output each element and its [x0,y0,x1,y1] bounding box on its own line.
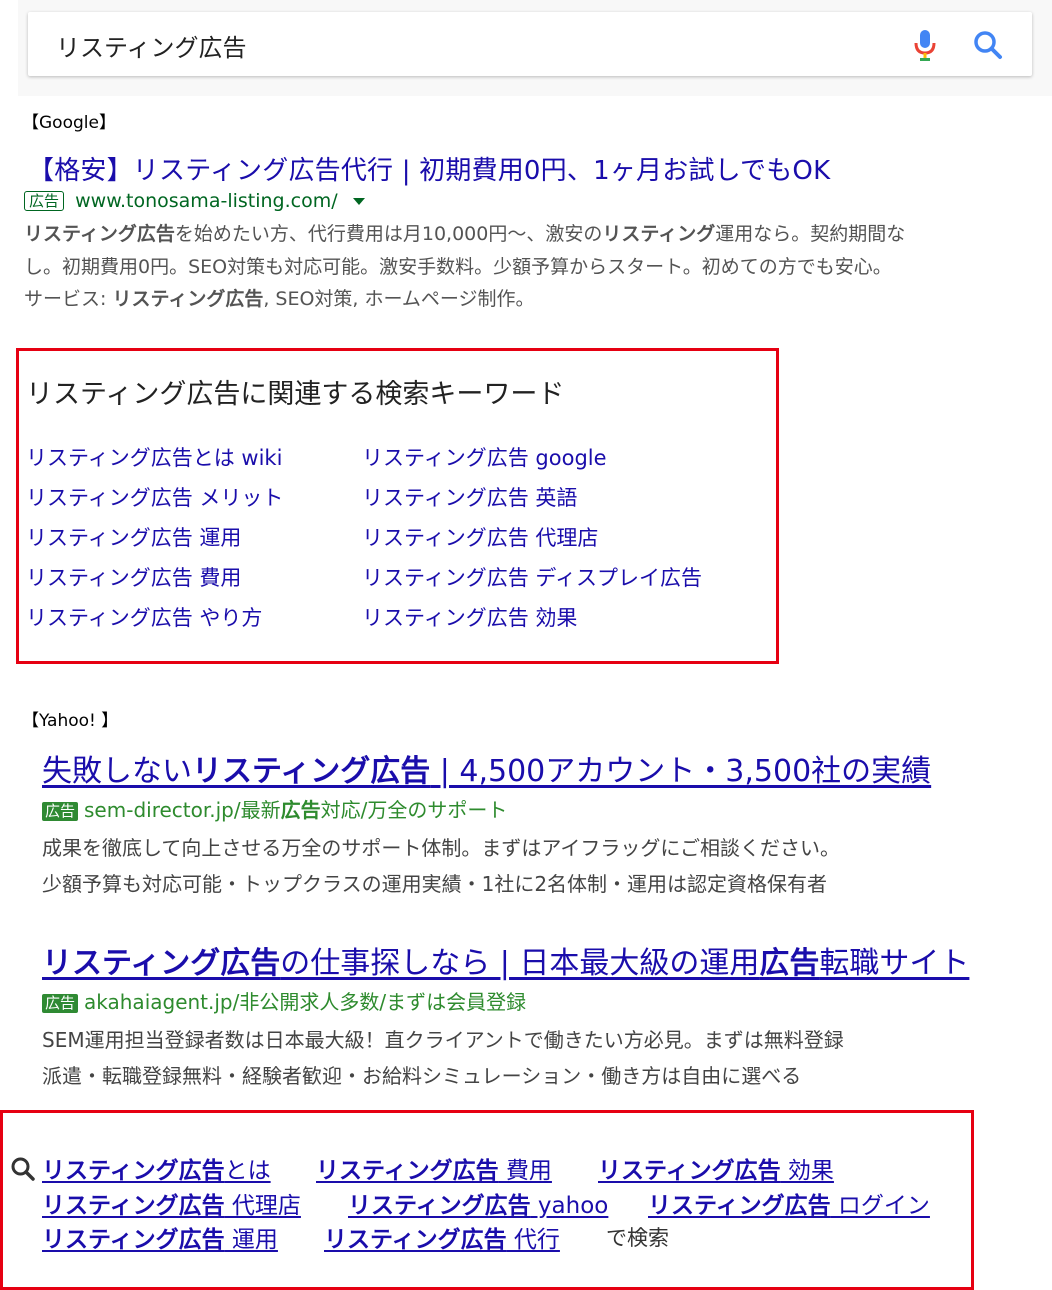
yahoo-ad-url: akahaiagent.jp/非公開求人多数/まずは会員登録 [84,990,527,1014]
related-search-link[interactable]: リスティング広告 yahoo [348,1186,608,1220]
title-text: 転職サイト [819,946,970,981]
related-keyword-link[interactable]: リスティング広告 google [362,442,607,472]
related-search-link[interactable]: リスティング広告 代理店 [42,1186,301,1220]
ad-badge: 広告 [42,802,79,821]
yahoo-ad-url: sem-director.jp/最新 [84,798,281,822]
related-bold: リスティング広告 [42,1193,225,1219]
yahoo-ad-url-row: 広告 akahaiagent.jp/非公開求人多数/まずは会員登録 [42,986,526,1015]
related-keyword-link[interactable]: リスティング広告 ディスプレイ広告 [362,562,702,592]
yahoo-ad-description-line: 派遣・転職登録無料・経験者歓迎・お給料シミュレーション・働き方は自由に選べる [42,1064,802,1088]
related-search-link[interactable]: リスティング広告とは [42,1151,271,1185]
related-suffix: ログイン [830,1193,930,1219]
related-suffix: 運用 [224,1227,278,1253]
related-search-link[interactable]: リスティング広告 費用 [316,1151,552,1185]
title-text: 失敗しない [42,754,192,789]
desc-bold: リスティング [602,223,716,245]
yahoo-section-label: 【Yahoo! 】 [22,711,119,731]
related-keyword-link[interactable]: リスティング広告 やり方 [26,602,262,632]
related-keywords-heading: リスティング広告に関連する検索キーワード [26,379,565,410]
related-suffix: 代理店 [224,1193,301,1219]
dropdown-arrow-icon[interactable] [352,197,365,205]
related-bold: リスティング広告 [598,1158,781,1184]
yahoo-ad-url: 対応/万全のサポート [320,798,508,822]
microphone-icon[interactable] [912,28,938,66]
desc-text: サービス: [24,288,113,310]
search-query-input[interactable]: リスティング広告 [56,28,247,63]
desc-bold: リスティング広告 [24,223,175,245]
yahoo-ad-description-line: 成果を徹底して向上させる万全のサポート体制。まずはアイフラッグにご相談ください。 [42,836,840,860]
related-keyword-link[interactable]: リスティング広告 メリット [26,482,283,512]
related-bold: リスティング広告 [42,1227,225,1253]
title-text: | 4,500アカウント・3,500社の実績 [430,754,932,789]
google-search-box[interactable]: リスティング広告 [28,12,1032,76]
title-text: の仕事探しなら | 日本最大級の運用 [280,946,760,981]
yahoo-ad-description-line: 少額予算も対応可能・トップクラスの運用実績・1社に2名体制・運用は認定資格保有者 [42,872,828,896]
google-ad-title-link[interactable]: 【格安】リスティング広告代行 | 初期費用0円、1ヶ月お試しでもOK [28,150,830,187]
yahoo-ad-title-link[interactable]: リスティング広告の仕事探しなら | 日本最大級の運用広告転職サイト [42,938,969,982]
desc-line-2: し。初期費用0円。SEO対策も対応可能。激安手数料。少額予算からスタート。初めて… [24,255,892,278]
related-bold: リスティング広告 [316,1158,499,1184]
related-bold: リスティング広告 [348,1193,531,1219]
related-suffix: 費用 [498,1158,552,1184]
related-bold: リスティング広告 [42,1158,225,1184]
desc-bold: リスティング広告 [112,288,264,310]
related-search-link[interactable]: リスティング広告 効果 [598,1151,834,1185]
related-search-link[interactable]: リスティング広告 ログイン [648,1186,930,1220]
yahoo-ad-title-link[interactable]: 失敗しないリスティング広告 | 4,500アカウント・3,500社の実績 [42,746,931,790]
related-suffix: とは [224,1158,271,1184]
related-bold: リスティング広告 [648,1193,831,1219]
search-icon [10,1156,36,1186]
google-ad-url-row: 広告 www.tonosama-listing.com/ [24,190,365,212]
google-ad-url[interactable]: www.tonosama-listing.com/ [75,190,338,212]
search-icon[interactable] [972,29,1004,65]
related-keyword-link[interactable]: リスティング広告とは wiki [26,442,282,472]
google-section-label: 【Google】 [22,113,116,133]
google-ad-description: リスティング広告を始めたい方、代行費用は月10,000円〜、激安のリスティング運… [24,218,1024,316]
title-bold: リスティング広告 [42,946,281,981]
related-keyword-link[interactable]: リスティング広告 運用 [26,522,241,552]
ad-badge: 広告 [42,994,79,1013]
related-search-link[interactable]: リスティング広告 代行 [324,1220,560,1254]
yahoo-ad-url-row: 広告 sem-director.jp/最新広告対応/万全のサポート [42,794,507,823]
related-keyword-link[interactable]: リスティング広告 代理店 [362,522,598,552]
related-suffix: 代行 [506,1227,560,1253]
related-suffix: yahoo [530,1193,609,1219]
url-bold: 広告 [280,798,321,822]
related-suffix: 効果 [780,1158,834,1184]
desc-text: 運用なら。契約期間な [715,223,906,245]
related-bold: リスティング広告 [324,1227,507,1253]
related-keyword-link[interactable]: リスティング広告 英語 [362,482,577,512]
desc-text: を始めたい方、代行費用は月10,000円〜、激安の [174,223,603,245]
title-bold: リスティング広告 [192,754,431,789]
related-keyword-link[interactable]: リスティング広告 効果 [362,602,577,632]
desc-text: , SEO対策, ホームページ制作。 [263,288,535,310]
related-search-link[interactable]: リスティング広告 運用 [42,1220,278,1254]
title-bold: 広告 [759,946,820,981]
search-suffix-text: で検索 [606,1226,669,1250]
related-keyword-link[interactable]: リスティング広告 費用 [26,562,241,592]
yahoo-ad-description-line: SEM運用担当登録者数は日本最大級！直クライアントで働きたい方必見。まずは無料登… [42,1028,844,1052]
ad-badge: 広告 [24,191,65,211]
